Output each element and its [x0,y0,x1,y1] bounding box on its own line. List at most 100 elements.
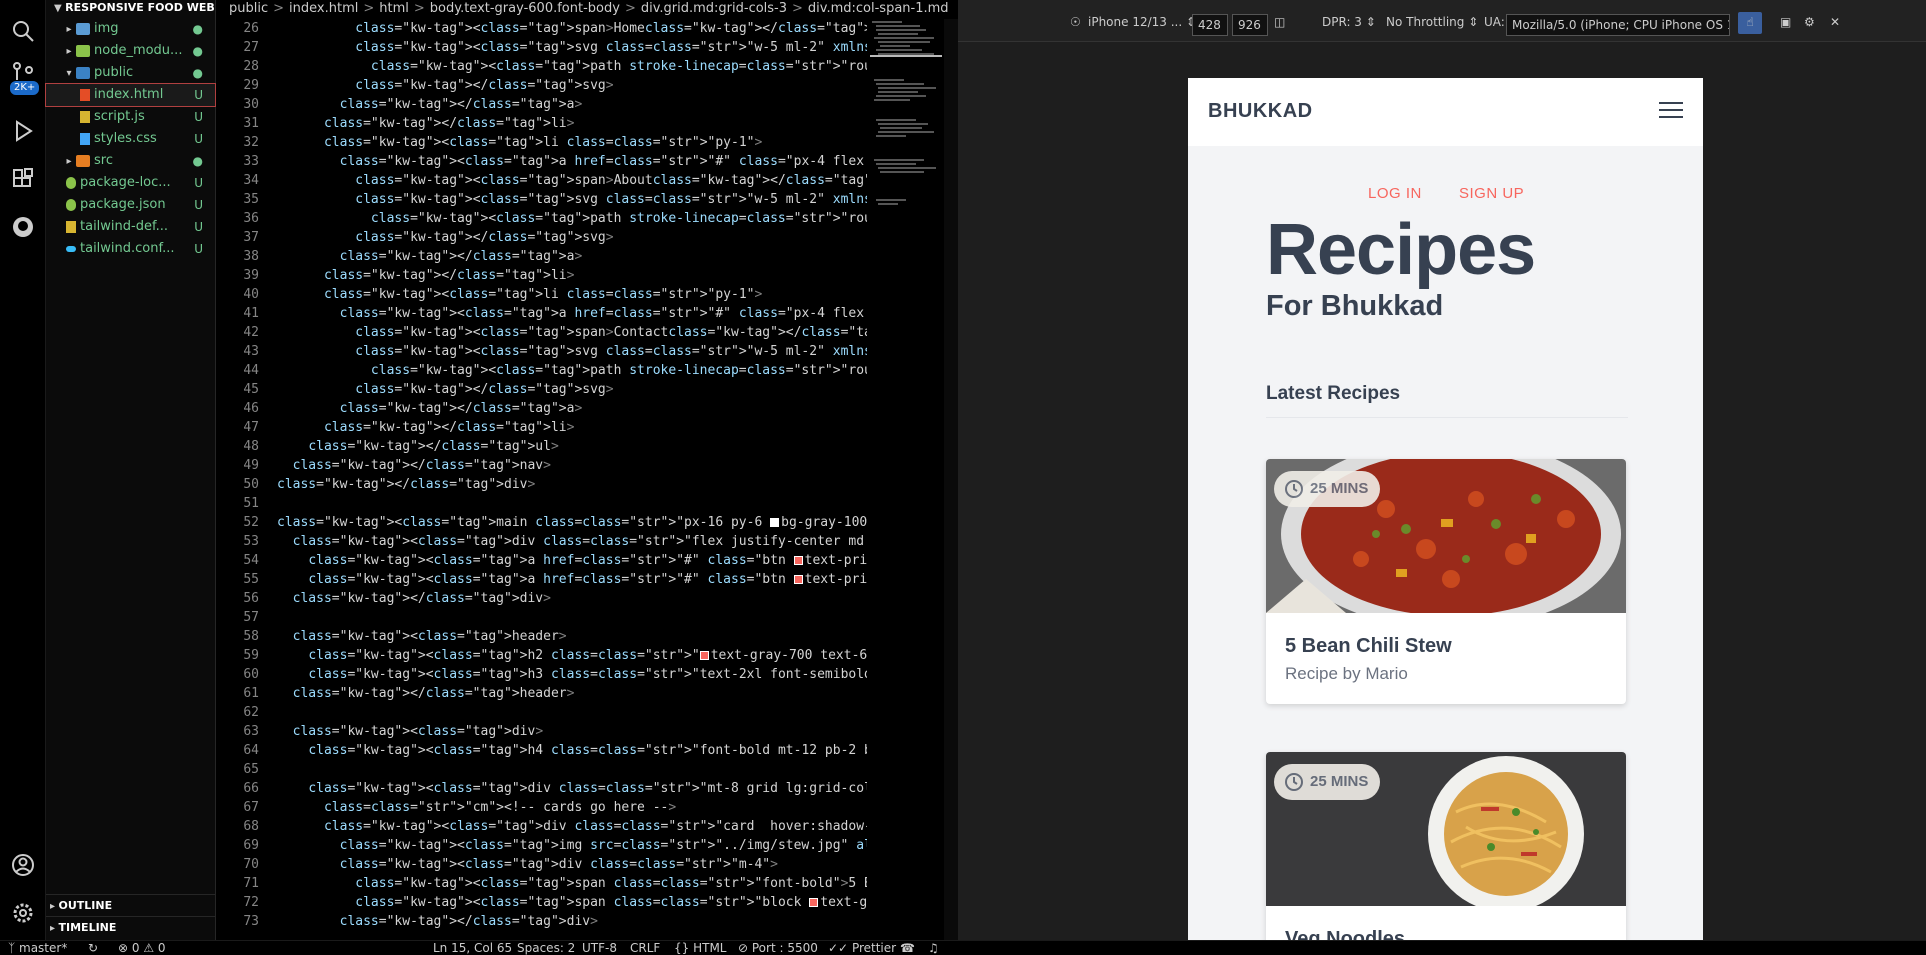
code-line[interactable]: 61 class="kw-tag"></class="tag">header> [217,684,867,703]
compass-icon[interactable]: ☉ [1070,12,1081,32]
login-link[interactable]: LOG IN [1368,185,1422,202]
problems-status[interactable]: ⊗ 0 ⚠ 0 [118,941,166,955]
code-line[interactable]: 35 class="kw-tag"><class="tag">svg class… [217,190,867,209]
sync-icon[interactable]: ↻ [88,941,98,955]
code-line[interactable]: 72 class="kw-tag"><class="tag">span clas… [217,893,867,912]
code-line[interactable]: 37 class="kw-tag"></class="tag">svg> [217,228,867,247]
tree-folder-src[interactable]: ▸ src ● [46,150,215,172]
breadcrumb-item[interactable]: div.md:col-span-1.md [808,1,949,16]
code-line[interactable]: 40 class="kw-tag"><class="tag">li class=… [217,285,867,304]
search-icon[interactable] [10,18,36,44]
feedback-icon[interactable]: ☎ [900,941,915,955]
code-area[interactable]: 26 class="kw-tag"><class="tag">span>Home… [217,19,867,931]
code-line[interactable]: 55 class="kw-tag"><class="tag">a href=cl… [217,570,867,589]
settings-gear-icon[interactable]: ⚙ [1804,12,1815,32]
minimap[interactable] [870,19,942,259]
extensions-icon[interactable] [10,166,36,192]
code-editor[interactable]: public > index.html > html > body.text-gray-60… [217,0,958,940]
code-line[interactable]: 56 class="kw-tag"></class="tag">div> [217,589,867,608]
code-line[interactable]: 45 class="kw-tag"></class="tag">svg> [217,380,867,399]
code-line[interactable]: 67 class=class="str">"cm"><!-- cards go … [217,798,867,817]
breadcrumb-item[interactable]: html [379,1,409,16]
code-line[interactable]: 49 class="kw-tag"></class="tag">nav> [217,456,867,475]
cursor-position[interactable]: Ln 15, Col 65 [433,941,512,955]
breadcrumb-item[interactable]: body.text-gray-600.font-body [430,1,620,16]
site-brand[interactable]: BHUKKAD [1208,100,1313,123]
explorer-title[interactable]: ▼ RESPONSIVE FOOD WEBSI... [46,0,215,18]
recipe-card[interactable]: 25 MINS Veg Noodles [1266,752,1626,940]
signup-link[interactable]: SIGN UP [1459,185,1524,202]
code-line[interactable]: 57 [217,608,867,627]
code-line[interactable]: 63 class="kw-tag"><class="tag">div> [217,722,867,741]
run-debug-icon[interactable] [10,118,36,144]
code-line[interactable]: 50 class="kw-tag"></class="tag">div> [217,475,867,494]
live-server-port[interactable]: ⊘ Port : 5500 [738,941,818,955]
recipe-card[interactable]: 25 MINS 5 Bean Chili Stew Recipe by Mari… [1266,459,1626,704]
throttling-select[interactable]: No Throttling ⇕ [1386,12,1478,32]
code-line[interactable]: 31 class="kw-tag"></class="tag">li> [217,114,867,133]
code-line[interactable]: 71 class="kw-tag"><class="tag">span clas… [217,874,867,893]
code-line[interactable]: 43 class="kw-tag"><class="tag">svg class… [217,342,867,361]
code-line[interactable]: 68 class="kw-tag"><class="tag">div class… [217,817,867,836]
code-line[interactable]: 29 class="kw-tag"></class="tag">svg> [217,76,867,95]
tree-file-package-json[interactable]: package.json U [46,194,215,216]
tree-file-script-js[interactable]: script.js U [46,106,215,128]
code-line[interactable]: 36 class="kw-tag"><class="tag">path stro… [217,209,867,228]
code-line[interactable]: 46 class="kw-tag"></class="tag">a> [217,399,867,418]
code-line[interactable]: 42 class="kw-tag"><class="tag">span>Cont… [217,323,867,342]
rotate-icon[interactable]: ◫ [1274,12,1285,32]
tree-file-tailwind-defaults[interactable]: tailwind-def... U [46,216,215,238]
code-line[interactable]: 66 class="kw-tag"><class="tag">div class… [217,779,867,798]
timeline-section[interactable]: ▸ TIMELINE [46,916,216,938]
code-line[interactable]: 62 [217,703,867,722]
screenshot-icon[interactable]: ▣ [1780,12,1791,32]
code-line[interactable]: 51 [217,494,867,513]
touch-simulation-icon[interactable]: ☝ [1738,12,1762,34]
breadcrumb-item[interactable]: public [229,1,268,16]
settings-gear-icon[interactable] [10,900,36,926]
git-branch-status[interactable]: ᛉ master* [8,941,67,955]
hamburger-menu-icon[interactable] [1659,102,1683,120]
outline-section[interactable]: ▸ OUTLINE [46,894,216,916]
encoding-status[interactable]: UTF-8 [582,941,617,955]
eol-status[interactable]: CRLF [630,941,660,955]
tree-folder-public[interactable]: ▾ public ● [46,62,215,84]
account-icon[interactable] [10,852,36,878]
dpr-select[interactable]: DPR: 3 ⇕ [1322,12,1376,32]
code-line[interactable]: 47 class="kw-tag"></class="tag">li> [217,418,867,437]
code-line[interactable]: 73 class="kw-tag"></class="tag">div> [217,912,867,931]
tree-file-index-html[interactable]: index.html U [45,83,216,107]
tree-file-tailwind-config[interactable]: tailwind.conf... U [46,238,215,260]
code-line[interactable]: 38 class="kw-tag"></class="tag">a> [217,247,867,266]
code-line[interactable]: 70 class="kw-tag"><class="tag">div class… [217,855,867,874]
code-line[interactable]: 44 class="kw-tag"><class="tag">path stro… [217,361,867,380]
breadcrumb-item[interactable]: div.grid.md:grid-cols-3 [641,1,787,16]
code-line[interactable]: 28 class="kw-tag"><class="tag">path stro… [217,57,867,76]
code-line[interactable]: 65 [217,760,867,779]
tree-folder-img[interactable]: ▸ img ● [46,18,215,40]
indentation-status[interactable]: Spaces: 2 [517,941,575,955]
code-line[interactable]: 34 class="kw-tag"><class="tag">span>Abou… [217,171,867,190]
width-input[interactable]: 428 [1192,14,1228,36]
close-icon[interactable]: ✕ [1830,12,1840,32]
code-line[interactable]: 27 class="kw-tag"><class="tag">svg class… [217,38,867,57]
code-line[interactable]: 54 class="kw-tag"><class="tag">a href=cl… [217,551,867,570]
code-line[interactable]: 53 class="kw-tag"><class="tag">div class… [217,532,867,551]
code-line[interactable]: 26 class="kw-tag"><class="tag">span>Home… [217,19,867,38]
code-line[interactable]: 41 class="kw-tag"><class="tag">a href=cl… [217,304,867,323]
height-input[interactable]: 926 [1232,14,1268,36]
tree-folder-node-modules[interactable]: ▸ node_modu... ● [46,40,215,62]
code-line[interactable]: 64 class="kw-tag"><class="tag">h4 class=… [217,741,867,760]
code-line[interactable]: 48 class="kw-tag"></class="tag">ul> [217,437,867,456]
code-line[interactable]: 33 class="kw-tag"><class="tag">a href=cl… [217,152,867,171]
code-line[interactable]: 52 class="kw-tag"><class="tag">main class… [217,513,867,532]
notifications-bell-icon[interactable]: ♫ [928,941,939,955]
code-line[interactable]: 39 class="kw-tag"></class="tag">li> [217,266,867,285]
code-line[interactable]: 58 class="kw-tag"><class="tag">header> [217,627,867,646]
editor-scrollbar[interactable] [944,19,958,940]
tree-file-package-lock[interactable]: package-loc... U [46,172,215,194]
github-icon[interactable] [10,214,36,240]
breadcrumb-item[interactable]: index.html [289,1,358,16]
code-line[interactable]: 60 class="kw-tag"><class="tag">h3 class=… [217,665,867,684]
code-line[interactable]: 69 class="kw-tag"><class="tag">img src=c… [217,836,867,855]
